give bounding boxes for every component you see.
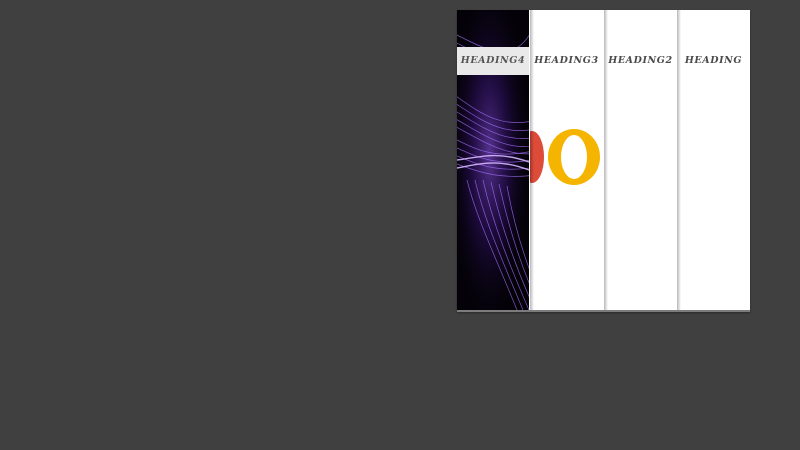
- accordion-panel-heading[interactable]: HEADING: [677, 10, 750, 310]
- panel-heading[interactable]: HEADING3: [530, 47, 603, 75]
- accordion-panel-heading3[interactable]: HEADING3: [530, 10, 603, 310]
- panel-heading[interactable]: HEADING4: [457, 47, 529, 75]
- accordion-bottom-border: [457, 310, 750, 312]
- accordion-panel-heading4[interactable]: HEADING4: [457, 10, 529, 310]
- image-accordion: HEADING4 HEADING3 HEADING2 HEADING: [457, 10, 750, 312]
- panel-heading[interactable]: HEADING2: [604, 47, 677, 75]
- panel-heading[interactable]: HEADING: [677, 47, 750, 75]
- accordion-panel-heading2[interactable]: HEADING2: [604, 10, 677, 310]
